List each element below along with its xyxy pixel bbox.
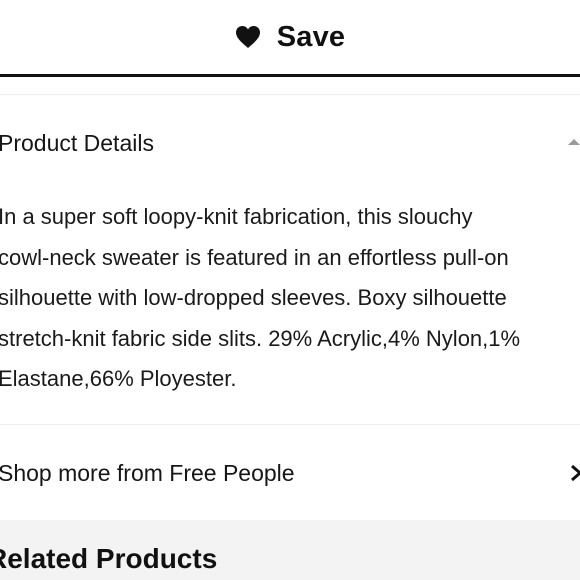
description-line: silhouette with low-dropped sleeves. Box…	[0, 285, 507, 310]
shop-more-label: Shop more from Free People	[0, 459, 295, 486]
save-bar: Save	[0, 0, 580, 77]
description-line: stretch-knit fabric side slits. 29% Acry…	[0, 325, 521, 351]
heart-icon	[235, 26, 260, 48]
product-page: Save Product Details In a super soft loo…	[0, 0, 580, 580]
divider	[0, 94, 580, 95]
divider	[0, 424, 580, 425]
description-line: Elastane,66% Ployester.	[0, 366, 237, 391]
product-description: In a super soft loopy-knit fabrication, …	[0, 197, 580, 400]
description-line: In a super soft loopy-knit fabrication, …	[0, 204, 473, 229]
shop-more-link[interactable]: Shop more from Free People	[0, 450, 580, 496]
collapse-arrow-icon[interactable]	[568, 139, 580, 145]
product-details-header[interactable]: Product Details	[0, 123, 580, 163]
save-label: Save	[276, 20, 346, 53]
description-line: cowl-neck sweater is featured in an effo…	[0, 244, 509, 270]
related-products-title: Related Products	[0, 543, 218, 574]
save-button[interactable]: Save	[235, 21, 346, 54]
chevron-right-icon	[571, 464, 580, 482]
product-details-title: Product Details	[0, 129, 154, 156]
